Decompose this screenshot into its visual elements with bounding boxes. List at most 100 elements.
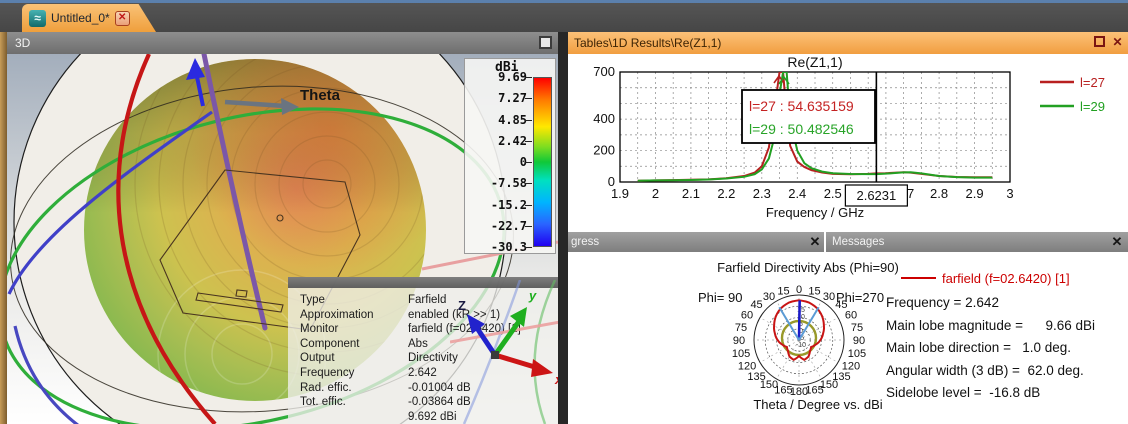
x-axis-arrow: x	[492, 352, 558, 387]
svg-text:105: 105	[848, 348, 866, 360]
colorbar-tick	[525, 225, 532, 227]
polar-legend-label: farfield (f=02.6420) [1]	[942, 271, 1070, 286]
document-tab-bar: ≈ Untitled_0* ✕	[0, 3, 1128, 32]
x-tick-label: 2.5	[824, 186, 842, 201]
legend-label: l=27	[1080, 75, 1105, 90]
colorbar-tick	[525, 98, 532, 100]
svg-text:y: y	[528, 288, 537, 303]
x-tick-label: 3	[1006, 186, 1013, 201]
view3d-viewport[interactable]: Theta dBi 9.69 7.27 4.85 2.42 0 -7.58 -15.2 -22…	[7, 54, 558, 424]
x-tick-label: 2.2	[717, 186, 735, 201]
svg-text:30: 30	[763, 291, 775, 303]
y-tick-label: 700	[593, 64, 615, 79]
svg-text:90: 90	[733, 335, 745, 347]
colorbar-tick-label: 7.27	[498, 91, 527, 106]
x-axis-label: Frequency / GHz	[766, 205, 864, 220]
messages-panel-header[interactable]: Messages ✕	[826, 232, 1128, 252]
plot-title: Re(Z1,1)	[787, 54, 842, 70]
svg-text:60: 60	[845, 310, 857, 322]
application-window: ≈ Untitled_0* ✕ 3D Theta dBi 9.69 7.27 4.8…	[0, 0, 1128, 424]
window-separator	[558, 32, 568, 424]
polar-title: Farfield Directivity Abs (Phi=90)	[717, 260, 899, 275]
svg-text:15: 15	[808, 286, 820, 298]
view3d-titlebar[interactable]: 3D	[7, 32, 558, 54]
farfield-stats: Frequency = 2.642 Main lobe magnitude = 9…	[886, 292, 1126, 405]
colorbar-gradient	[533, 77, 552, 247]
phi-right-label: Phi=270	[836, 290, 884, 305]
x-tick-label: 2.8	[930, 186, 948, 201]
colorbar-tick	[525, 162, 532, 163]
x-tick-label: 1.9	[611, 186, 629, 201]
view3d-window: 3D Theta dBi 9.69 7.27 4.85 2.42 0 -7.58 -15.2…	[7, 32, 558, 424]
x-tick-label: 7	[907, 186, 914, 201]
docked-panels: gress ✕ Messages ✕ 0 15 15 30 30 45 45 60 60 75 75…	[568, 232, 1128, 424]
progress-close-icon[interactable]: ✕	[808, 234, 822, 250]
colorbar-legend: dBi 9.69 7.27 4.85 2.42 0 -7.58 -15.2 -22.7 -30.…	[464, 58, 556, 254]
farfield-polar-panel: 0 15 15 30 30 45 45 60 60 75 75 90 90 105 105 120 120 135…	[568, 252, 1128, 424]
x-tick-label: 2.3	[753, 186, 771, 201]
results-1d-plot-area: Re(Z1,1) 0 200 400 700 1.9 2 2.1 2.2 2.3 2.4 2.5 7 2.…	[568, 54, 1128, 232]
colorbar-tick-label: 4.85	[498, 112, 527, 127]
colorbar-tick-label: -22.7	[490, 218, 527, 233]
colorbar-tick-label: -7.58	[490, 176, 527, 191]
colorbar-tick-label: 0	[519, 155, 527, 169]
x-tick-label: 2.1	[682, 186, 700, 201]
colorbar-tick-label: -30.3	[490, 240, 527, 254]
farfield-stat-line: Sidelobe level = -16.8 dB	[886, 385, 1041, 400]
theta-label: Theta	[300, 87, 341, 104]
svg-text:90: 90	[853, 335, 865, 347]
tab-label: Untitled_0*	[51, 11, 110, 25]
marker-value: 2.6231	[856, 188, 896, 203]
x-tick-label: 2.4	[788, 186, 806, 201]
svg-text:15: 15	[777, 286, 789, 298]
coordinate-axes-widget: x y Z	[450, 280, 558, 424]
polar-axis-label: Theta / Degree vs. dBi	[753, 397, 882, 412]
svg-text:-10: -10	[796, 342, 806, 349]
farfield-stat-line: Frequency = 2.642	[886, 295, 999, 310]
results-1d-titlebar[interactable]: Tables\1D Results\Re(Z1,1)	[568, 32, 1128, 54]
rez11-plot: Re(Z1,1)02004007001.9 2 2.1 2.2 2.3 2.4 2.5 7 2.…	[593, 54, 1105, 220]
farfield-stat-line: Angular width (3 dB) = 62.0 deg.	[886, 362, 1084, 378]
messages-close-icon[interactable]: ✕	[1110, 234, 1124, 250]
results-maximize-button[interactable]	[1094, 36, 1105, 47]
main-lobe-direction-line	[797, 300, 801, 341]
phi-left-label: Phi= 90	[698, 290, 742, 305]
messages-panel-label: Messages	[832, 236, 885, 248]
colorbar-tick-label: 2.42	[498, 133, 527, 148]
colorbar-tick	[525, 119, 532, 121]
window-frame-edge	[0, 32, 7, 424]
y-tick-label: 200	[593, 143, 615, 158]
x-tick-label: 2	[652, 186, 659, 201]
curve-readout: l=29 : 50.482546	[749, 121, 854, 137]
svg-text:105: 105	[732, 348, 750, 360]
colorbar-tick-label: 9.69	[498, 70, 527, 84]
view3d-maximize-button[interactable]	[539, 36, 552, 49]
progress-panel-label: gress	[571, 236, 600, 248]
tab-untitled-0[interactable]: ≈ Untitled_0* ✕	[22, 4, 156, 32]
results-close-button[interactable]: ✕	[1111, 36, 1124, 49]
app-logo-icon: ≈	[29, 9, 46, 27]
z-axis-arrow: Z	[458, 298, 498, 358]
colorbar-tick	[525, 183, 532, 185]
y-tick-label: 400	[593, 111, 615, 126]
farfield-stat-line: Main lobe magnitude = 9.66 dBi	[886, 317, 1096, 333]
colorbar-tick	[525, 140, 532, 142]
y-axis-arrow: y	[492, 288, 537, 358]
svg-text:60: 60	[741, 310, 753, 322]
results-1d-window: Tables\1D Results\Re(Z1,1) ✕ Re(Z1,1) 0 20…	[568, 32, 1128, 232]
svg-text:75: 75	[851, 322, 863, 334]
colorbar-tick-label: -15.2	[490, 197, 527, 212]
svg-text:75: 75	[735, 322, 747, 334]
curve-readout: l=27 : 54.635159	[749, 98, 854, 114]
farfield-stat-line: Main lobe direction = 1.0 deg.	[886, 340, 1071, 355]
progress-panel-header[interactable]: gress ✕	[568, 232, 824, 252]
svg-text:Z: Z	[458, 298, 466, 313]
x-tick-label: 2.9	[966, 186, 984, 201]
svg-text:30: 30	[823, 291, 835, 303]
tab-close-icon[interactable]: ✕	[114, 10, 130, 26]
colorbar-tick	[525, 77, 532, 78]
svg-text:0: 0	[796, 284, 802, 296]
colorbar-tick	[525, 247, 532, 248]
colorbar-tick	[525, 204, 532, 206]
legend-label: l=29	[1080, 99, 1105, 114]
